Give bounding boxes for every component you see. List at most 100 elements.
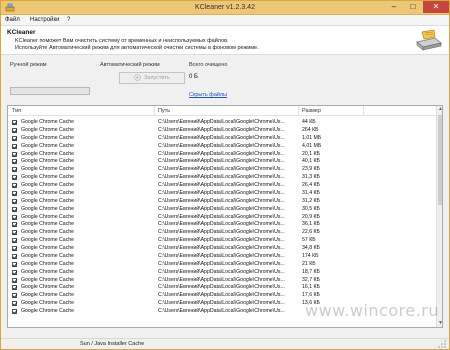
cell-path: C:\Users\Евгений\AppData\Local\Google\Ch… <box>158 300 285 307</box>
row-checkbox[interactable] <box>12 277 18 283</box>
row-checkbox[interactable] <box>12 190 18 197</box>
cell-path: C:\Users\Евгений\AppData\Local\Google\Ch… <box>158 308 285 315</box>
cell-type: Google Chrome Cache <box>21 292 75 299</box>
table-row[interactable]: Google Chrome Cache C:\Users\Евгений\AppD… <box>8 174 436 181</box>
header-app-name: KCleaner <box>7 29 36 36</box>
cell-path: C:\Users\Евгений\AppData\Local\Google\Ch… <box>158 213 285 220</box>
row-checkbox[interactable] <box>12 151 18 157</box>
cell-path: C:\Users\Евгений\AppData\Local\Google\Ch… <box>158 229 285 236</box>
menu-help[interactable]: ? <box>67 17 70 23</box>
table-row[interactable]: Google Chrome Cache C:\Users\Евгений\AppD… <box>8 182 436 189</box>
row-checkbox[interactable] <box>12 261 18 268</box>
table-row[interactable]: Google Chrome Cache C:\Users\Евгений\AppD… <box>8 237 436 244</box>
table-row[interactable]: Google Chrome Cache C:\Users\Евгений\AppD… <box>8 277 436 284</box>
table-row[interactable]: Google Chrome Cache C:\Users\Евгений\AppD… <box>8 158 436 165</box>
scroll-thumb[interactable] <box>438 115 442 205</box>
row-checkbox[interactable] <box>12 301 18 307</box>
cell-size: 23,9 КБ <box>302 166 320 173</box>
start-auto-button[interactable]: Запустить <box>119 72 185 84</box>
checkmark-icon <box>12 144 18 149</box>
info-header: KCleaner KCleaner поможет Вам очистить с… <box>1 26 449 55</box>
row-checkbox[interactable] <box>12 206 18 212</box>
table-row[interactable]: Google Chrome Cache C:\Users\Евгений\AppD… <box>8 198 436 205</box>
cell-size: 264 КБ <box>302 126 319 133</box>
cell-size: 31,2 КБ <box>302 197 320 204</box>
cell-size: 20,1 КБ <box>302 150 320 157</box>
cell-type: Google Chrome Cache <box>21 205 75 212</box>
cell-size: 17,6 КБ <box>302 292 320 299</box>
row-checkbox[interactable] <box>12 309 18 315</box>
scroll-up-arrow-icon[interactable]: ▲ <box>437 106 442 113</box>
table-row[interactable]: Google Chrome Cache C:\Users\Евгений\AppD… <box>8 261 436 268</box>
cell-size: 32,7 КБ <box>302 276 320 283</box>
cell-type: Google Chrome Cache <box>21 213 75 220</box>
table-row[interactable]: Google Chrome Cache C:\Users\Евгений\AppD… <box>8 151 436 158</box>
row-checkbox[interactable] <box>12 222 18 228</box>
title-bar[interactable]: KCleaner v1.2.3.42 – □ ✕ <box>1 1 449 15</box>
row-checkbox[interactable] <box>12 238 18 244</box>
table-row[interactable]: Google Chrome Cache C:\Users\Евгений\AppD… <box>8 119 436 126</box>
menu-file[interactable]: Файл <box>5 17 20 23</box>
cell-size: 57 КБ <box>302 237 316 244</box>
scroll-down-arrow-icon[interactable]: ▼ <box>437 320 442 327</box>
cell-type: Google Chrome Cache <box>21 229 75 236</box>
table-row[interactable]: Google Chrome Cache C:\Users\Евгений\AppD… <box>8 127 436 134</box>
cell-type: Google Chrome Cache <box>21 189 75 196</box>
cell-path: C:\Users\Евгений\AppData\Local\Google\Ch… <box>158 166 285 173</box>
header-description-line2: Используйте Автоматический режим для авт… <box>15 45 259 51</box>
column-path[interactable]: Путь <box>158 108 170 114</box>
row-checkbox[interactable] <box>12 127 18 134</box>
row-checkbox[interactable] <box>12 143 18 149</box>
table-row[interactable]: Google Chrome Cache C:\Users\Евгений\AppD… <box>8 206 436 213</box>
minimize-button[interactable]: – <box>385 1 403 13</box>
cell-type: Google Chrome Cache <box>21 276 75 283</box>
table-row[interactable]: Google Chrome Cache C:\Users\Евгений\AppD… <box>8 253 436 260</box>
row-checkbox[interactable] <box>12 167 18 173</box>
maximize-button[interactable]: □ <box>404 1 422 13</box>
table-row[interactable]: Google Chrome Cache C:\Users\Евгений\AppD… <box>8 245 436 252</box>
watermark-text: www.wincore.ru <box>305 301 440 320</box>
row-checkbox[interactable] <box>12 120 18 126</box>
play-icon <box>134 74 141 81</box>
status-text: Sun / Java Installer Cache <box>80 341 145 347</box>
column-size[interactable]: Размер <box>302 108 321 114</box>
hide-files-link[interactable]: Скрыть файлы <box>189 92 227 98</box>
table-row[interactable]: Google Chrome Cache C:\Users\Евгений\AppD… <box>8 284 436 291</box>
column-type[interactable]: Тип <box>12 108 21 114</box>
row-checkbox[interactable] <box>12 285 18 291</box>
row-checkbox[interactable] <box>12 175 18 181</box>
cell-size: 1,01 МБ <box>302 134 322 141</box>
vertical-scrollbar[interactable]: ▲ ▼ <box>436 106 442 327</box>
row-checkbox[interactable] <box>12 135 18 141</box>
cell-path: C:\Users\Евгений\AppData\Local\Google\Ch… <box>158 237 285 244</box>
cell-path: C:\Users\Евгений\AppData\Local\Google\Ch… <box>158 189 285 196</box>
row-checkbox[interactable] <box>12 246 18 252</box>
cell-path: C:\Users\Евгений\AppData\Local\Google\Ch… <box>158 150 285 157</box>
row-checkbox[interactable] <box>12 253 18 260</box>
row-checkbox[interactable] <box>12 269 18 275</box>
row-checkbox[interactable] <box>12 183 18 189</box>
row-checkbox[interactable] <box>12 159 18 165</box>
row-checkbox[interactable] <box>12 198 18 204</box>
table-row[interactable]: Google Chrome Cache C:\Users\Евгений\AppD… <box>8 229 436 236</box>
table-row[interactable]: Google Chrome Cache C:\Users\Евгений\AppD… <box>8 269 436 276</box>
cell-size: 36,1 КБ <box>302 221 320 228</box>
table-row[interactable]: Google Chrome Cache C:\Users\Евгений\AppD… <box>8 143 436 150</box>
cell-path: C:\Users\Евгений\AppData\Local\Google\Ch… <box>158 126 285 133</box>
cell-type: Google Chrome Cache <box>21 150 75 157</box>
row-checkbox[interactable] <box>12 293 18 299</box>
menu-settings[interactable]: Настройки <box>30 17 59 23</box>
table-row[interactable]: Google Chrome Cache C:\Users\Евгений\AppD… <box>8 166 436 173</box>
checkmark-icon <box>12 247 18 252</box>
checkmark-icon <box>12 231 18 236</box>
checkmark-icon <box>12 302 18 307</box>
close-button[interactable]: ✕ <box>423 1 449 13</box>
table-row[interactable]: Google Chrome Cache C:\Users\Евгений\AppD… <box>8 221 436 228</box>
table-row[interactable]: Google Chrome Cache C:\Users\Евгений\AppD… <box>8 292 436 299</box>
table-row[interactable]: Google Chrome Cache C:\Users\Евгений\AppD… <box>8 190 436 197</box>
row-checkbox[interactable] <box>12 214 18 220</box>
resize-grip-icon[interactable] <box>438 340 447 349</box>
table-row[interactable]: Google Chrome Cache C:\Users\Евгений\AppD… <box>8 214 436 221</box>
row-checkbox[interactable] <box>12 230 18 236</box>
table-row[interactable]: Google Chrome Cache C:\Users\Евгений\AppD… <box>8 135 436 142</box>
